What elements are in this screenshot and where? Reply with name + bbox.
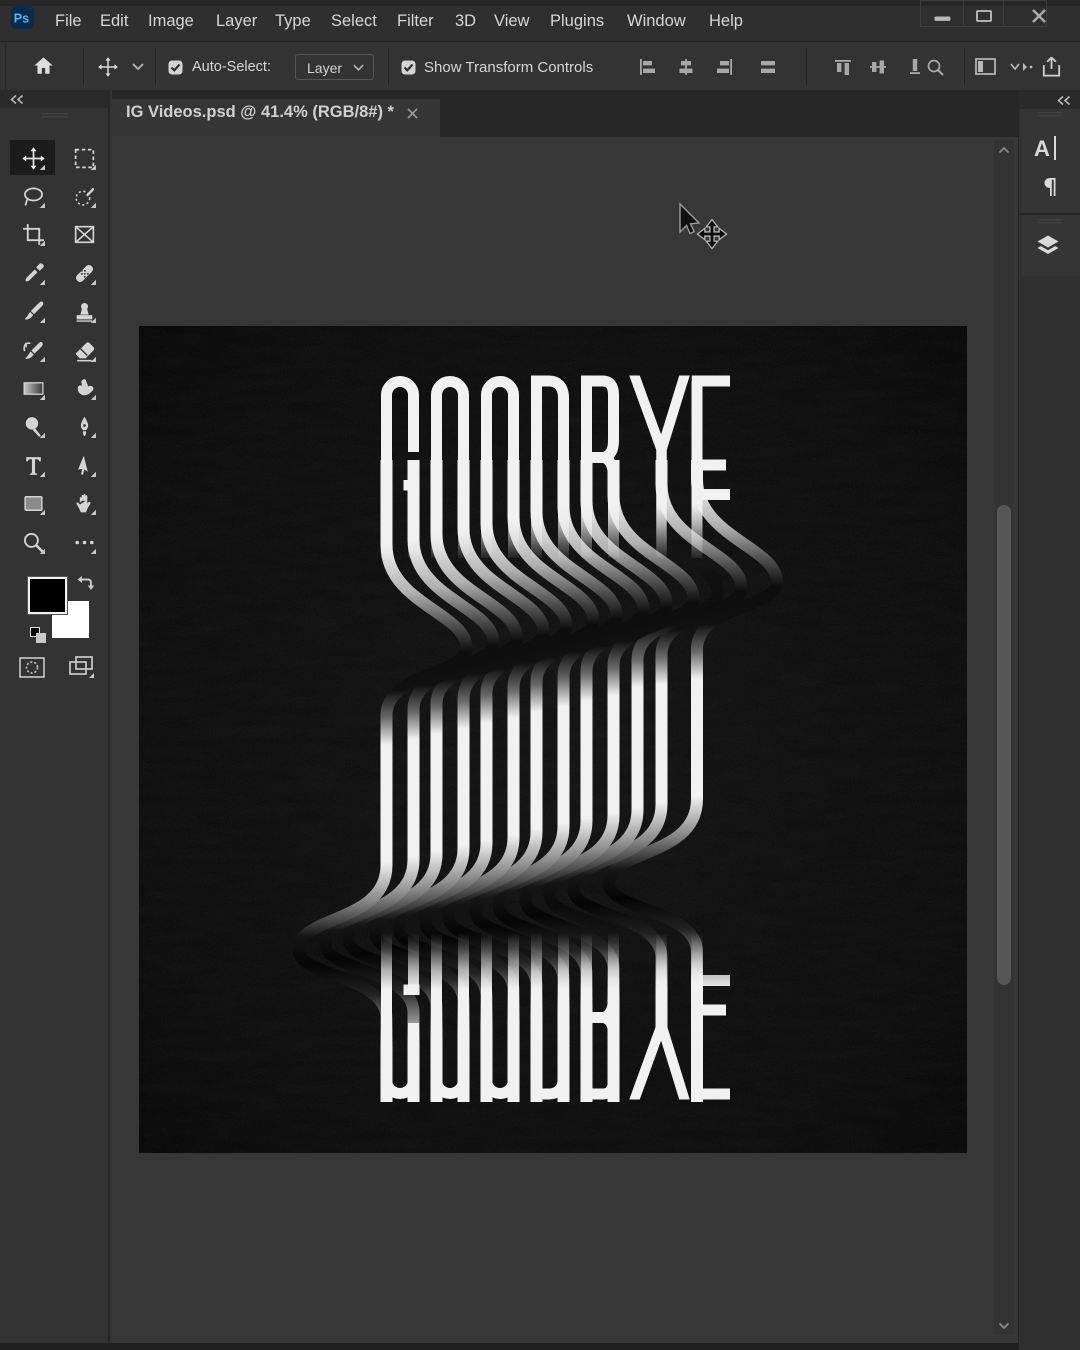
svg-text:Ps: Ps bbox=[14, 12, 29, 26]
svg-text:A: A bbox=[1034, 136, 1050, 161]
